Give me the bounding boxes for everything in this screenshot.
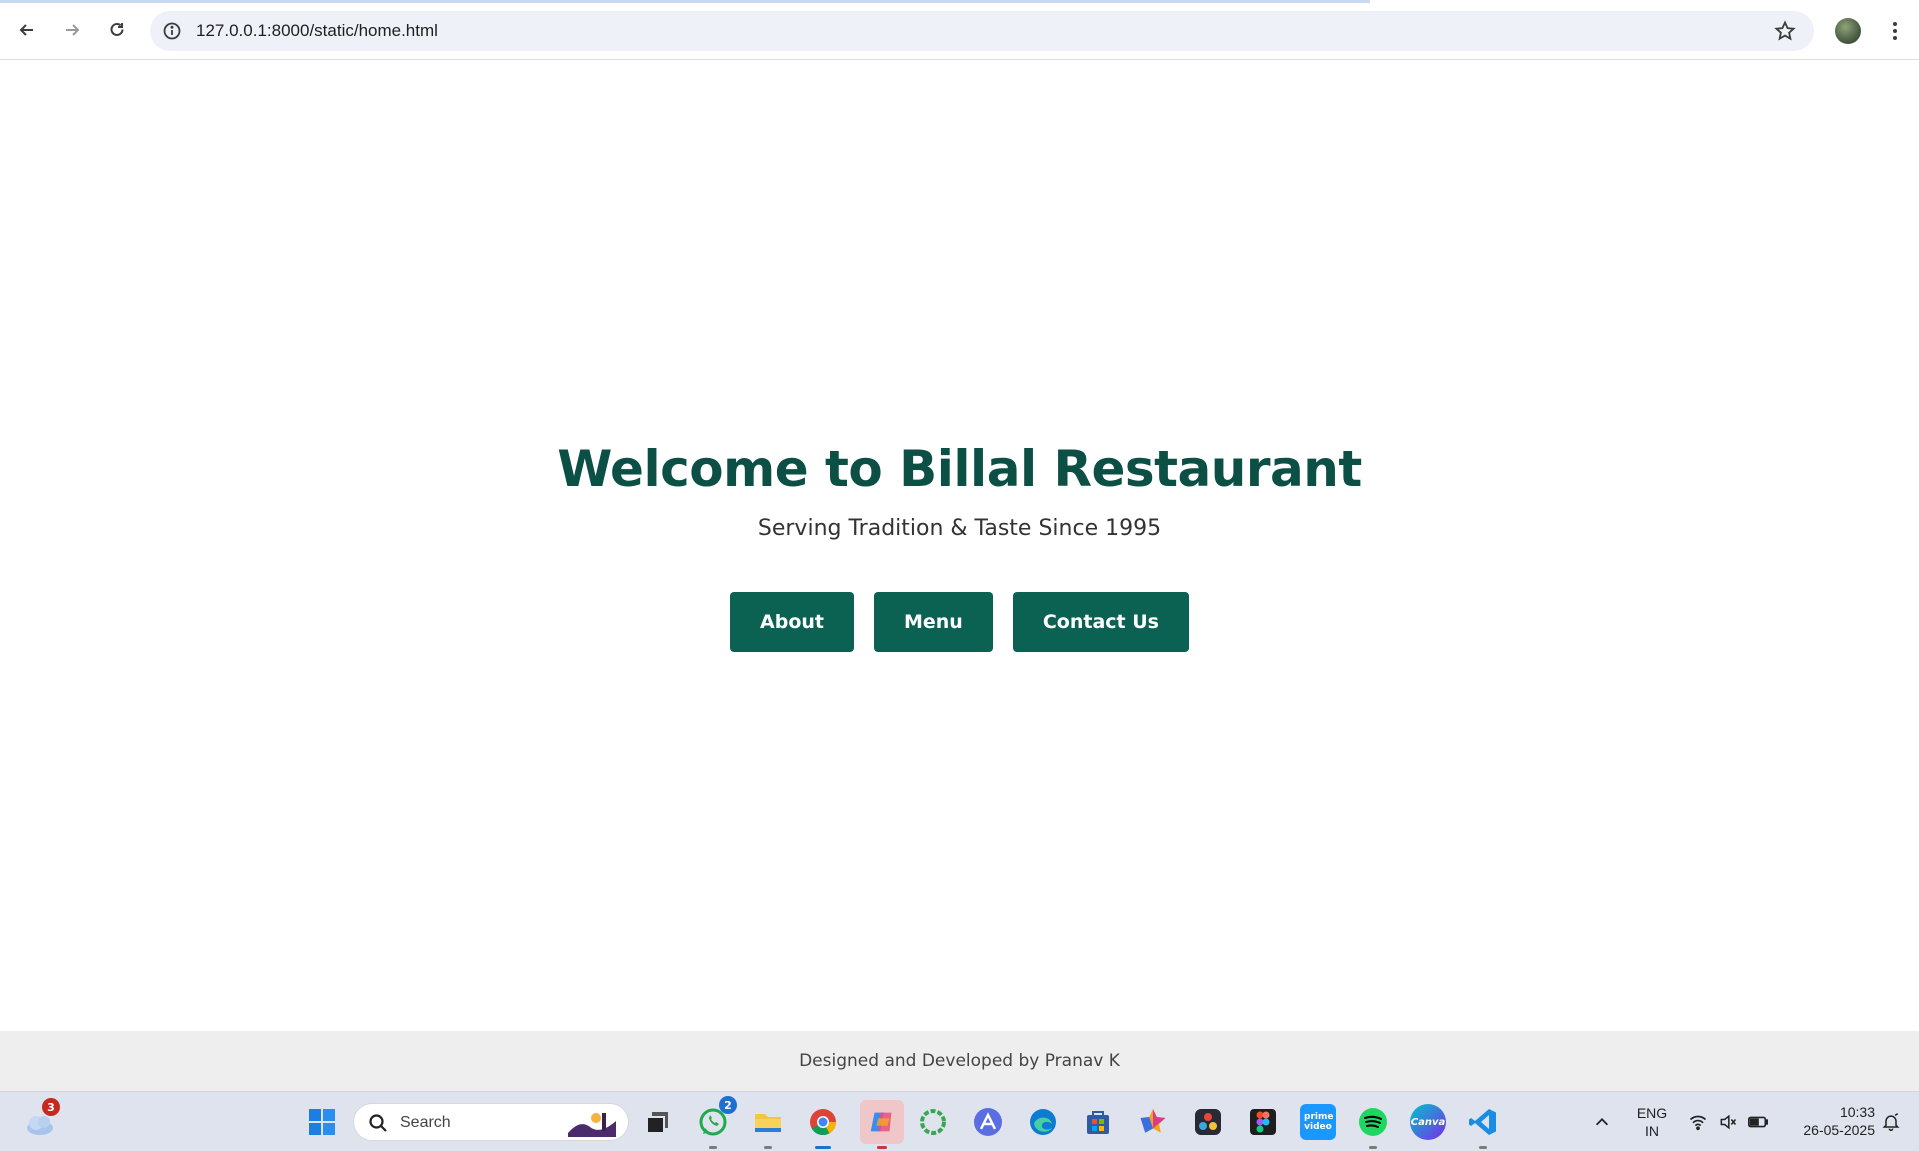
canva-label: Canva xyxy=(1410,1116,1446,1128)
search-label: Search xyxy=(400,1114,451,1131)
back-arrow-icon[interactable] xyxy=(11,14,43,46)
forward-arrow-icon[interactable] xyxy=(56,14,88,46)
chrome-icon[interactable] xyxy=(805,1104,841,1149)
davinci-resolve-icon[interactable] xyxy=(1190,1104,1226,1140)
taskbar-search[interactable]: Search xyxy=(353,1103,629,1141)
clock[interactable]: 10:33 26-05-2025 xyxy=(1780,1103,1875,1139)
reload-icon[interactable] xyxy=(101,14,133,46)
page-footer: Designed and Developed by Pranav K xyxy=(0,1031,1919,1091)
clock-time: 10:33 xyxy=(1839,1104,1875,1120)
prime-video-icon[interactable]: prime video xyxy=(1300,1104,1336,1140)
search-icon xyxy=(368,1113,388,1133)
bookmark-star-icon[interactable] xyxy=(1774,20,1796,42)
whatsapp-icon[interactable]: 2 xyxy=(695,1096,737,1149)
chevron-up-icon[interactable] xyxy=(1584,1104,1620,1140)
microsoft-store-icon[interactable] xyxy=(1080,1104,1116,1140)
search-highlight-art xyxy=(566,1109,618,1137)
task-view-icon[interactable] xyxy=(640,1104,676,1140)
prime-video-label: prime video xyxy=(1304,1112,1334,1132)
windows-start-icon[interactable] xyxy=(304,1104,340,1140)
notification-bell-icon[interactable] xyxy=(1873,1104,1909,1140)
address-bar[interactable]: 127.0.0.1:8000/static/home.html xyxy=(150,11,1814,51)
whatsapp-badge: 2 xyxy=(719,1096,737,1114)
file-explorer-icon[interactable] xyxy=(750,1104,786,1149)
weather-icon[interactable]: 3 xyxy=(22,1098,60,1140)
menu-button[interactable]: Menu xyxy=(873,592,993,652)
region-label: IN xyxy=(1645,1123,1659,1139)
clock-date: 26-05-2025 xyxy=(1803,1122,1875,1138)
url-text[interactable]: 127.0.0.1:8000/static/home.html xyxy=(196,21,438,41)
arc-app-icon[interactable] xyxy=(970,1104,1006,1140)
more-menu-icon[interactable] xyxy=(1880,16,1910,46)
edge-icon[interactable] xyxy=(1025,1104,1061,1140)
loader-app-icon[interactable] xyxy=(915,1104,951,1140)
browser-toolbar: 127.0.0.1:8000/static/home.html xyxy=(0,0,1919,60)
language-indicator[interactable]: ENG IN xyxy=(1630,1104,1674,1140)
figma-icon[interactable] xyxy=(1245,1104,1281,1140)
page-tagline: Serving Tradition & Taste Since 1995 xyxy=(757,516,1162,541)
page-title: Welcome to Billal Restaurant xyxy=(557,440,1362,498)
weather-badge: 3 xyxy=(42,1098,60,1116)
language-label: ENG xyxy=(1636,1105,1668,1121)
star-app-icon[interactable] xyxy=(1135,1104,1171,1140)
vscode-icon[interactable] xyxy=(1465,1104,1501,1149)
nav-buttons: About Menu Contact Us xyxy=(0,592,1919,652)
about-button[interactable]: About xyxy=(730,592,854,652)
profile-avatar[interactable] xyxy=(1835,18,1861,44)
contact-us-button[interactable]: Contact Us xyxy=(1012,592,1189,652)
windows-taskbar: 3 Search 2 prime video Canva ENG IN 10:3… xyxy=(0,1091,1919,1151)
copilot-icon[interactable] xyxy=(860,1100,904,1149)
page-load-progress xyxy=(0,0,1370,3)
site-info-icon[interactable] xyxy=(162,21,182,41)
hero-section: Welcome to Billal Restaurant Serving Tra… xyxy=(0,440,1919,541)
spotify-icon[interactable] xyxy=(1355,1104,1391,1149)
battery-icon[interactable] xyxy=(1740,1104,1776,1140)
footer-credit: Designed and Developed by Pranav K xyxy=(799,1051,1120,1071)
canva-icon[interactable]: Canva xyxy=(1410,1104,1446,1140)
